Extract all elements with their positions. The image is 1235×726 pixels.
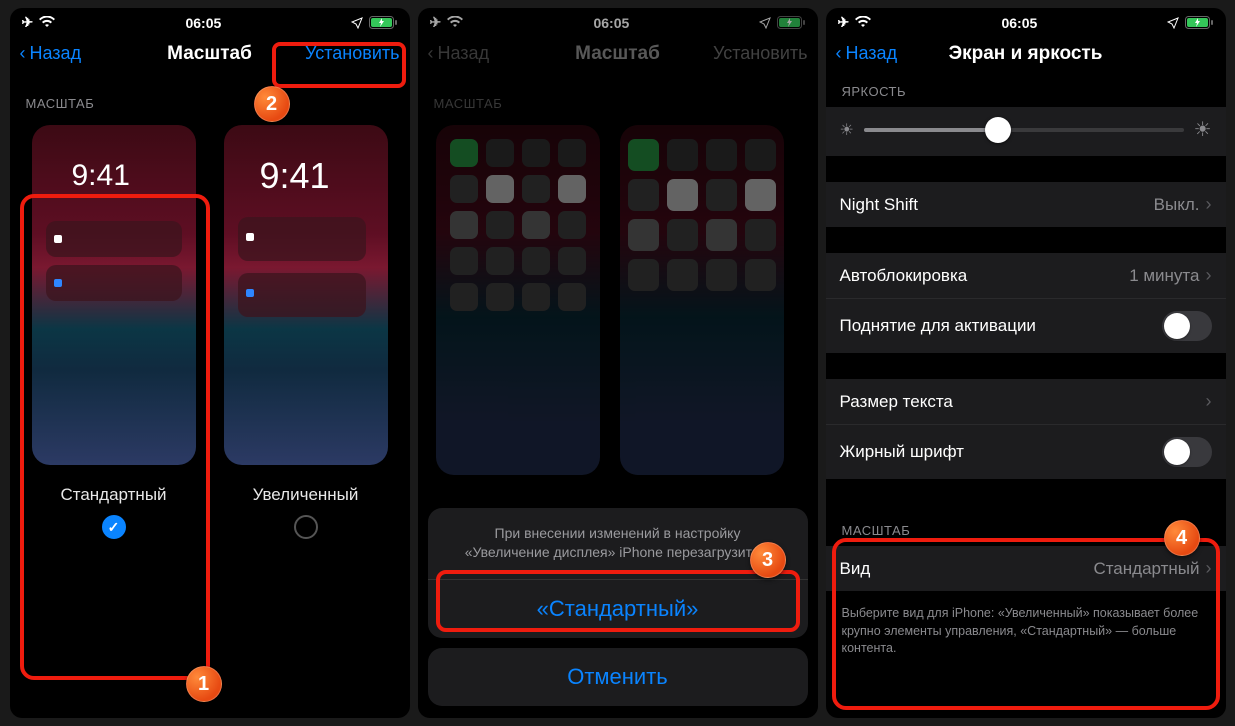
night-shift-value: Выкл. (1154, 195, 1200, 215)
radio-zoomed[interactable] (294, 515, 318, 539)
chevron-right-icon: › (1206, 558, 1212, 579)
view-value: Стандартный (1093, 559, 1199, 579)
preview-standard: 9:41 (32, 125, 196, 465)
preview-time: 9:41 (72, 159, 130, 193)
brightness-slider-row: ☀︎ ☀︎ (826, 107, 1226, 156)
cell-autolock[interactable]: Автоблокировка 1 минута › (826, 253, 1226, 299)
sheet-message: При внесении изменений в настройку «Увел… (428, 508, 808, 580)
preview-time: 9:41 (260, 155, 330, 197)
badge-1: 1 (186, 666, 222, 702)
cell-bold-text[interactable]: Жирный шрифт (826, 425, 1226, 479)
bold-text-switch[interactable] (1162, 437, 1212, 467)
badge-3: 3 (750, 542, 786, 578)
view-label: Вид (840, 559, 871, 579)
cell-raise-to-wake[interactable]: Поднятие для активации (826, 299, 1226, 353)
cell-text-size[interactable]: Размер текста › (826, 379, 1226, 425)
nav-bar: ‹ Назад Масштаб Установить (10, 33, 410, 78)
preview-zoomed: 9:41 (224, 125, 388, 465)
back-button[interactable]: ‹ Назад (20, 43, 82, 64)
back-button[interactable]: ‹ Назад (836, 43, 898, 64)
autolock-label: Автоблокировка (840, 266, 968, 286)
wifi-icon (39, 15, 55, 31)
text-size-label: Размер текста (840, 392, 953, 412)
sun-large-icon: ☀︎ (1194, 117, 1212, 142)
sun-small-icon: ☀︎ (840, 120, 854, 140)
brightness-slider[interactable] (864, 128, 1184, 132)
section-header-brightness: ЯРКОСТЬ (826, 78, 1226, 107)
cell-night-shift[interactable]: Night Shift Выкл. › (826, 182, 1226, 227)
action-sheet: При внесении изменений в настройку «Увел… (428, 508, 808, 706)
sheet-cancel-button[interactable]: Отменить (428, 648, 808, 706)
nav-bar: ‹ Назад Экран и яркость (826, 33, 1226, 78)
chevron-left-icon: ‹ (836, 43, 842, 64)
chevron-left-icon: ‹ (20, 43, 26, 64)
zoom-options: 9:41 Стандартный 9:41 Увеличенный (10, 119, 410, 551)
sheet-confirm-button[interactable]: «Стандартный» (428, 580, 808, 638)
screen-3-display-brightness: ✈︎ 06:05 ‹ Назад Экран и яркость ЯРКОСТЬ… (826, 8, 1226, 718)
option-zoomed[interactable]: 9:41 Увеличенный (220, 125, 392, 539)
back-label: Назад (846, 43, 898, 64)
page-title: Экран и яркость (949, 43, 1103, 65)
option-label-standard: Стандартный (60, 485, 166, 505)
airplane-icon: ✈︎ (838, 14, 850, 31)
set-button[interactable]: Установить (305, 43, 399, 64)
back-label: Назад (30, 43, 82, 64)
cell-view[interactable]: Вид Стандартный › (826, 546, 1226, 591)
bold-text-label: Жирный шрифт (840, 442, 964, 462)
radio-standard[interactable] (102, 515, 126, 539)
wifi-icon (855, 15, 871, 31)
option-standard[interactable]: 9:41 Стандартный (28, 125, 200, 539)
option-label-zoomed: Увеличенный (253, 485, 359, 505)
status-bar: ✈︎ 06:05 (826, 8, 1226, 33)
badge-4: 4 (1164, 520, 1200, 556)
raise-to-wake-label: Поднятие для активации (840, 316, 1036, 336)
status-time: 06:05 (1001, 15, 1037, 31)
battery-icon (369, 16, 397, 29)
location-icon (351, 17, 363, 29)
night-shift-label: Night Shift (840, 195, 918, 215)
chevron-right-icon: › (1206, 265, 1212, 286)
footer-note: Выберите вид для iPhone: «Увеличенный» п… (826, 597, 1226, 672)
screen-2-action-sheet: ✈︎ 06:05 ‹ Назад Масштаб Установить МАСШ… (418, 8, 818, 718)
chevron-right-icon: › (1206, 391, 1212, 412)
airplane-icon: ✈︎ (22, 14, 34, 31)
section-header-zoom: МАСШТАБ (10, 78, 410, 119)
page-title: Масштаб (167, 43, 252, 65)
location-icon (1167, 17, 1179, 29)
status-time: 06:05 (185, 15, 221, 31)
status-bar: ✈︎ 06:05 (10, 8, 410, 33)
badge-2: 2 (254, 86, 290, 122)
autolock-value: 1 минута (1129, 266, 1199, 286)
raise-to-wake-switch[interactable] (1162, 311, 1212, 341)
battery-icon (1185, 16, 1213, 29)
chevron-right-icon: › (1206, 194, 1212, 215)
screen-1-zoom-select: ✈︎ 06:05 ‹ Назад Масштаб Установить МАСШ… (10, 8, 410, 718)
